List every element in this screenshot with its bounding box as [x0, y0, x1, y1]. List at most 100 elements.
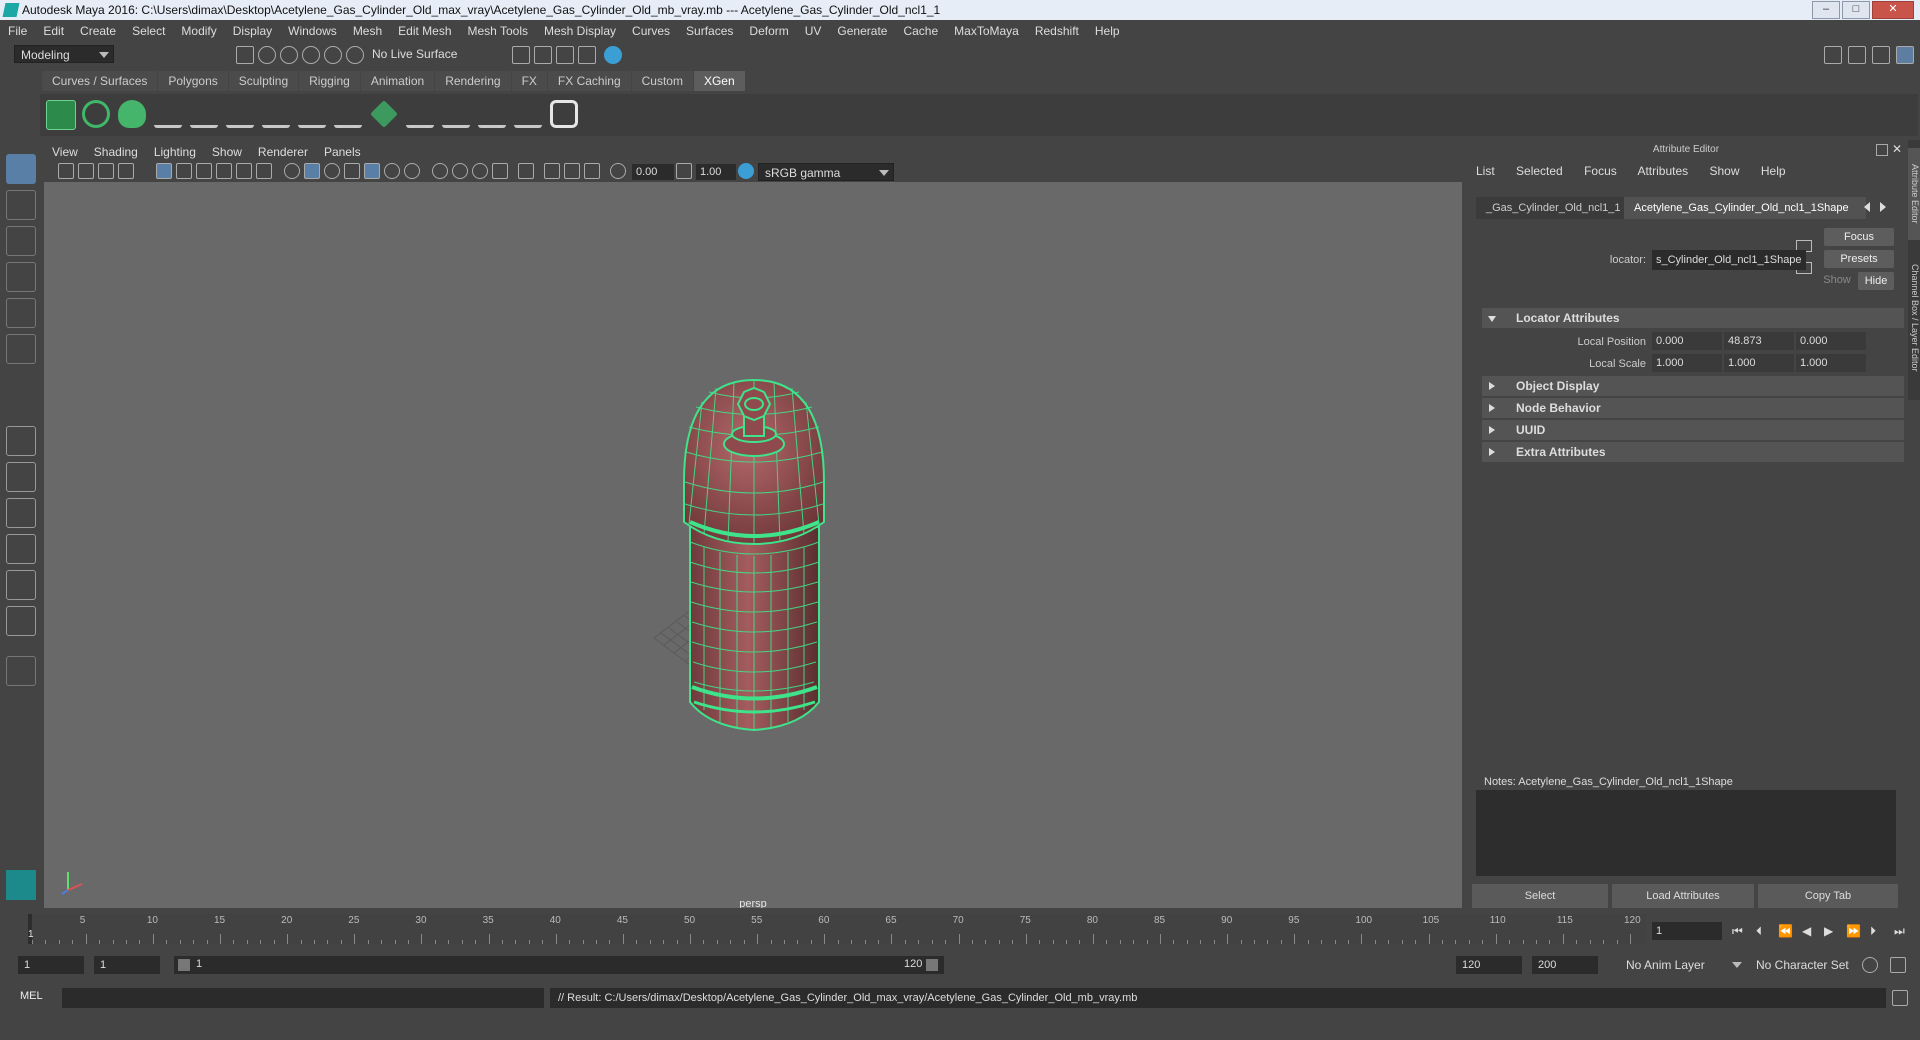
- select-button[interactable]: Select: [1472, 884, 1608, 908]
- step-back-key-icon[interactable]: ⏴: [1756, 924, 1762, 939]
- xgen-preview-icon[interactable]: [82, 100, 110, 128]
- menu-deform[interactable]: Deform: [741, 20, 796, 42]
- tab-scroll-left-icon[interactable]: [1864, 202, 1870, 212]
- tab-polygons[interactable]: Polygons: [158, 71, 228, 91]
- camera-attributes-icon[interactable]: [78, 163, 94, 179]
- paint-select-tool-icon[interactable]: [6, 226, 36, 256]
- gate-mask-icon[interactable]: [216, 163, 232, 179]
- character-set-dropdown[interactable]: No Character Set: [1750, 956, 1866, 974]
- lasso-tool-icon[interactable]: [6, 190, 36, 220]
- xray-joints-icon[interactable]: [564, 163, 580, 179]
- menu-curves[interactable]: Curves: [624, 20, 678, 42]
- gamma-field[interactable]: 1.00: [696, 164, 736, 180]
- tab-xgen[interactable]: XGen: [693, 71, 745, 91]
- menu-generate[interactable]: Generate: [829, 20, 895, 42]
- ae-menu-show[interactable]: Show: [1709, 164, 1739, 178]
- side-tab-channel-box[interactable]: Channel Box / Layer Editor: [1908, 248, 1920, 388]
- viewport-menu-show[interactable]: Show: [204, 142, 250, 162]
- current-frame-field[interactable]: 1: [1652, 922, 1722, 940]
- go-to-start-icon[interactable]: ⏮: [1732, 924, 1743, 939]
- film-gate-icon[interactable]: [176, 163, 192, 179]
- play-forwards-icon[interactable]: ▶: [1824, 924, 1833, 938]
- xgen-guide-length-icon[interactable]: [334, 100, 362, 128]
- two-pane-layout-icon[interactable]: [6, 498, 36, 528]
- live-surface-field[interactable]: No Live Surface: [366, 45, 460, 63]
- snap-point-icon[interactable]: [324, 46, 342, 64]
- section-object-display[interactable]: Object Display: [1482, 376, 1904, 396]
- perspective-viewport[interactable]: persp: [44, 182, 1462, 908]
- step-forward-key-icon[interactable]: ⏵: [1870, 924, 1876, 939]
- ae-tab-shape[interactable]: Acetylene_Gas_Cylinder_Old_ncl1_1Shape: [1624, 197, 1866, 219]
- tab-rigging[interactable]: Rigging: [299, 71, 360, 91]
- screen-space-ao-icon[interactable]: [432, 163, 448, 179]
- textured-icon[interactable]: [364, 163, 380, 179]
- copy-tab-button[interactable]: Copy Tab: [1758, 884, 1898, 908]
- ae-menu-attributes[interactable]: Attributes: [1637, 164, 1688, 178]
- local-scale-z-field[interactable]: 1.000: [1796, 354, 1866, 372]
- notes-textarea[interactable]: [1476, 790, 1896, 876]
- menu-display[interactable]: Display: [225, 20, 280, 42]
- xgen-delete-icon[interactable]: [514, 100, 542, 128]
- four-pane-layout-icon[interactable]: [6, 462, 36, 492]
- xgen-lock-guide-icon[interactable]: [298, 100, 326, 128]
- color-management-icon[interactable]: [738, 163, 754, 179]
- section-uuid[interactable]: UUID: [1482, 420, 1904, 440]
- play-backwards-icon[interactable]: ◀: [1802, 924, 1811, 938]
- gamma-icon[interactable]: [676, 163, 692, 179]
- script-editor-icon[interactable]: [1892, 990, 1908, 1006]
- focus-button[interactable]: Focus: [1824, 228, 1894, 246]
- grid-icon[interactable]: [156, 163, 172, 179]
- channel-box-toggle-icon[interactable]: [1896, 46, 1914, 64]
- single-pane-layout-icon[interactable]: [6, 426, 36, 456]
- go-to-end-icon[interactable]: ⏭: [1894, 924, 1905, 939]
- menu-uv[interactable]: UV: [797, 20, 830, 42]
- menu-mesh-display[interactable]: Mesh Display: [536, 20, 624, 42]
- tab-curves-surfaces[interactable]: Curves / Surfaces: [42, 71, 158, 91]
- wireframe-on-shaded-icon[interactable]: [344, 163, 360, 179]
- snap-curve-icon[interactable]: [302, 46, 320, 64]
- ae-tab-transform[interactable]: _Gas_Cylinder_Old_ncl1_1: [1476, 197, 1628, 219]
- script-language-label[interactable]: MEL: [20, 990, 43, 1002]
- menu-create[interactable]: Create: [72, 20, 124, 42]
- tab-fx-caching[interactable]: FX Caching: [547, 71, 631, 91]
- render-current-frame-icon[interactable]: [512, 46, 530, 64]
- tab-sculpting[interactable]: Sculpting: [228, 71, 299, 91]
- side-tab-attribute-editor[interactable]: Attribute Editor: [1908, 148, 1920, 240]
- scale-tool-icon[interactable]: [6, 334, 36, 364]
- menu-edit[interactable]: Edit: [35, 20, 72, 42]
- xgen-editor-icon[interactable]: [46, 100, 76, 130]
- anti-aliasing-icon[interactable]: [472, 163, 488, 179]
- xgen-bend-icon[interactable]: [442, 100, 470, 128]
- modeling-toolkit-icon[interactable]: [1824, 46, 1842, 64]
- menu-windows[interactable]: Windows: [280, 20, 345, 42]
- menu-cache[interactable]: Cache: [895, 20, 946, 42]
- menu-file[interactable]: File: [0, 20, 35, 42]
- xgen-add-guide-icon[interactable]: [190, 100, 218, 128]
- xgen-hex-icon[interactable]: [550, 100, 578, 128]
- maximize-button[interactable]: □: [1842, 1, 1870, 19]
- hide-button[interactable]: Hide: [1858, 272, 1894, 290]
- exposure-icon[interactable]: [610, 163, 626, 179]
- local-position-x-field[interactable]: 0.000: [1652, 332, 1722, 350]
- gas-cylinder-mesh[interactable]: [683, 378, 825, 732]
- time-slider[interactable]: 1 5 10 15 20 25 30 35 40 45 50 55 60 65 70 75 80 85 90 95 1…: [0, 912, 1920, 946]
- lasso-select-icon[interactable]: [258, 46, 276, 64]
- image-plane-icon[interactable]: [118, 163, 134, 179]
- safe-action-icon[interactable]: [256, 163, 272, 179]
- menu-mesh-tools[interactable]: Mesh Tools: [460, 20, 536, 42]
- custom-layout-icon[interactable]: [6, 656, 36, 686]
- tab-custom[interactable]: Custom: [631, 71, 693, 91]
- menu-help[interactable]: Help: [1087, 20, 1128, 42]
- local-position-y-field[interactable]: 48.873: [1724, 332, 1794, 350]
- use-all-lights-icon[interactable]: [384, 163, 400, 179]
- viewport-menu-shading[interactable]: Shading: [86, 142, 146, 162]
- menu-edit-mesh[interactable]: Edit Mesh: [390, 20, 459, 42]
- tab-rendering[interactable]: Rendering: [435, 71, 511, 91]
- viewport-menu-renderer[interactable]: Renderer: [250, 142, 316, 162]
- exposure-field[interactable]: 0.00: [632, 164, 674, 180]
- select-tool-icon[interactable]: [6, 154, 36, 184]
- snap-view-icon[interactable]: [346, 46, 364, 64]
- ipr-render-icon[interactable]: [534, 46, 552, 64]
- command-input[interactable]: [62, 988, 544, 1008]
- menu-redshift[interactable]: Redshift: [1027, 20, 1087, 42]
